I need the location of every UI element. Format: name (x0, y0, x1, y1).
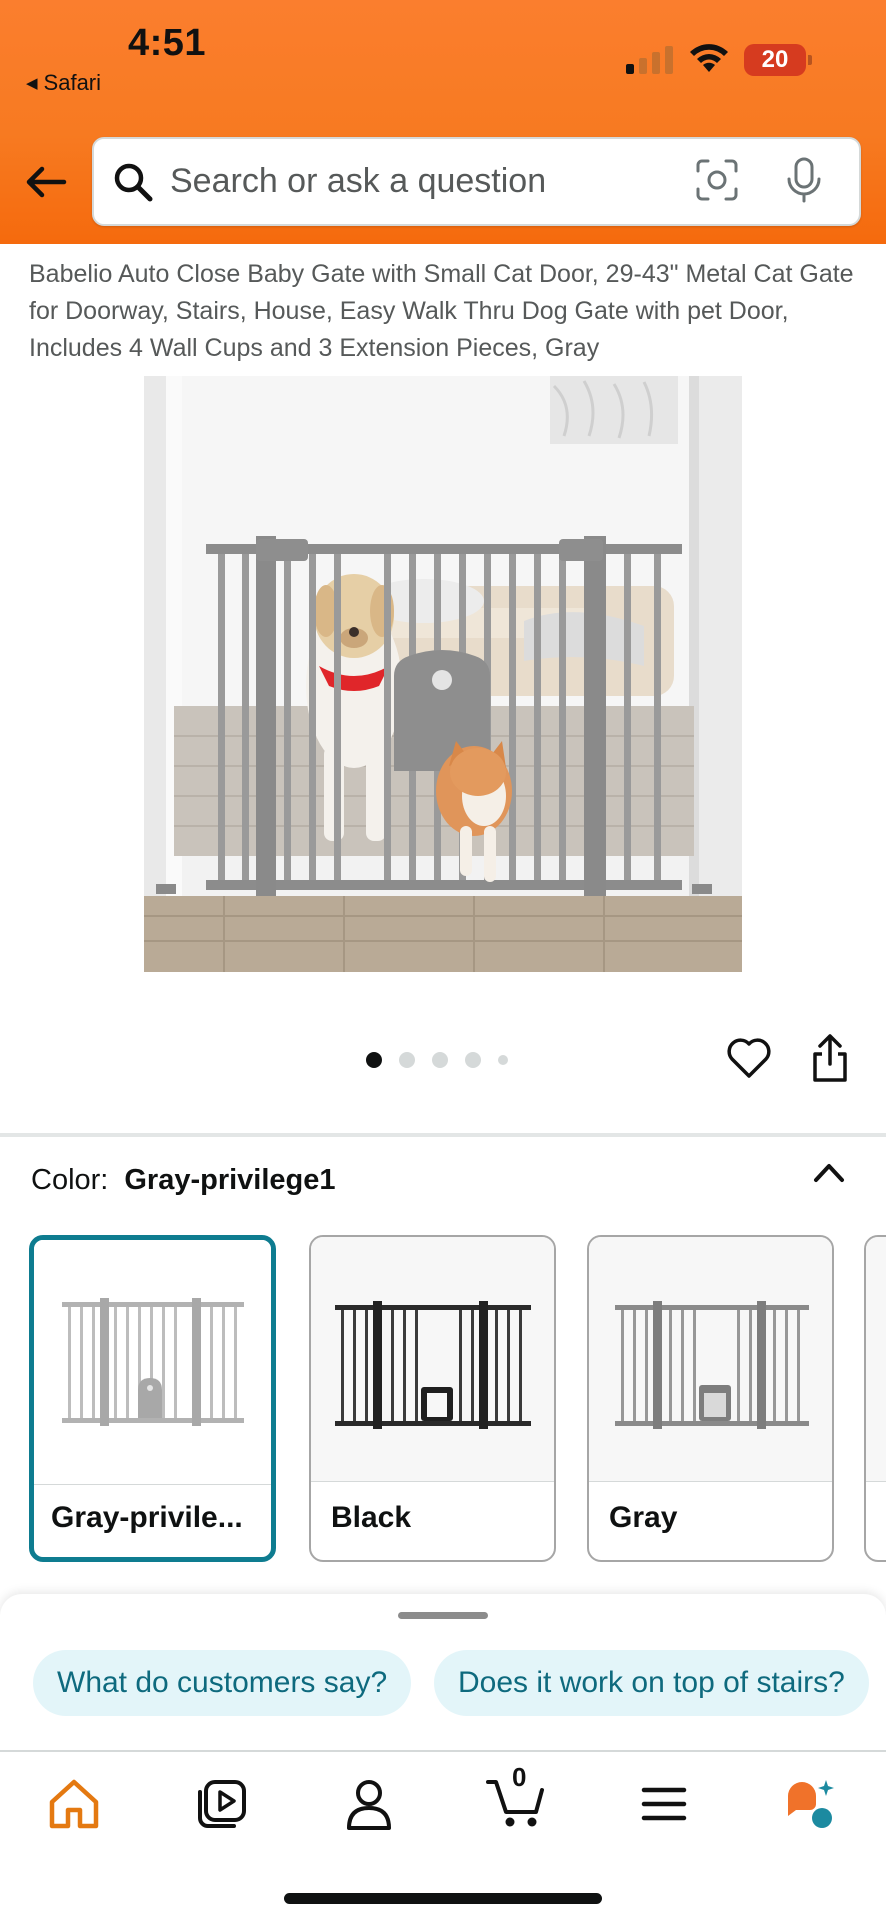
video-icon[interactable] (192, 1774, 252, 1834)
pager-dot[interactable] (432, 1052, 448, 1068)
cellular-signal-icon (626, 46, 673, 74)
status-time: 4:51 (128, 22, 207, 64)
swatch-thumbnail (866, 1237, 886, 1482)
section-divider (0, 1133, 886, 1137)
gray-gate-thumbnail-icon (615, 1301, 809, 1429)
share-icon[interactable] (810, 1032, 850, 1084)
heart-icon[interactable] (726, 1036, 772, 1080)
pager-dot[interactable] (465, 1052, 481, 1068)
black-gate-thumbnail-icon (335, 1301, 531, 1429)
home-indicator (284, 1893, 602, 1904)
cart-button[interactable]: 0 (484, 1762, 548, 1834)
color-swatch-black[interactable]: Black (309, 1235, 556, 1562)
suggestions-sheet: What do customers say? Does it work on t… (0, 1594, 886, 1750)
account-icon[interactable] (339, 1774, 399, 1834)
product-image[interactable] (144, 376, 742, 972)
back-triangle-icon: ◀ (26, 75, 38, 92)
search-icon (114, 163, 153, 202)
suggestion-chip[interactable]: Does it work on top of stairs? (434, 1650, 869, 1716)
battery-indicator: 20 (744, 44, 812, 76)
swatch-thumbnail (311, 1237, 554, 1482)
gray-gate-thumbnail-icon (62, 1298, 244, 1426)
product-title: Babelio Auto Close Baby Gate with Small … (29, 260, 854, 362)
color-swatch-more[interactable] (864, 1235, 886, 1562)
cart-count: 0 (512, 1762, 527, 1792)
pager-dot[interactable] (399, 1052, 415, 1068)
swatch-label: Gray-privile... (51, 1501, 243, 1534)
color-swatch-gray-privilege[interactable]: Gray-privile... (29, 1235, 276, 1562)
swatch-label: Gray (609, 1501, 678, 1534)
wifi-icon (690, 44, 728, 72)
sheet-grabber[interactable] (398, 1612, 488, 1619)
pager-dot-active[interactable] (366, 1052, 382, 1068)
microphone-icon[interactable] (786, 157, 822, 203)
menu-icon[interactable] (634, 1774, 694, 1834)
baby-gate-with-dog-and-cat-icon (144, 376, 742, 972)
rufus-icon[interactable] (780, 1774, 840, 1834)
image-pager-dots[interactable] (366, 1052, 508, 1068)
suggestion-chip[interactable]: What do customers say? (33, 1650, 412, 1716)
swatch-thumbnail (589, 1237, 832, 1482)
header-bar: 4:51 ◀ Safari 20 Search or ask a questio… (0, 0, 886, 244)
search-bar[interactable]: Search or ask a question (92, 137, 861, 226)
camera-lens-icon[interactable] (694, 157, 740, 203)
back-app-label: Safari (43, 70, 102, 95)
swatch-thumbnail (34, 1240, 271, 1485)
swatch-label: Black (331, 1501, 412, 1534)
search-input[interactable]: Search or ask a question (170, 162, 546, 201)
color-variation-row: Color: Gray-privilege1 (31, 1164, 336, 1197)
bottom-nav: 0 (0, 1752, 886, 1920)
pager-dot[interactable] (498, 1055, 508, 1065)
back-arrow-icon[interactable] (24, 160, 68, 204)
back-to-safari[interactable]: ◀ Safari (26, 70, 101, 96)
color-label: Color: (31, 1164, 109, 1196)
color-selected-value: Gray-privilege1 (124, 1164, 336, 1196)
home-icon[interactable] (44, 1774, 104, 1834)
chevron-up-icon[interactable] (812, 1160, 846, 1184)
color-swatch-gray[interactable]: Gray (587, 1235, 834, 1562)
